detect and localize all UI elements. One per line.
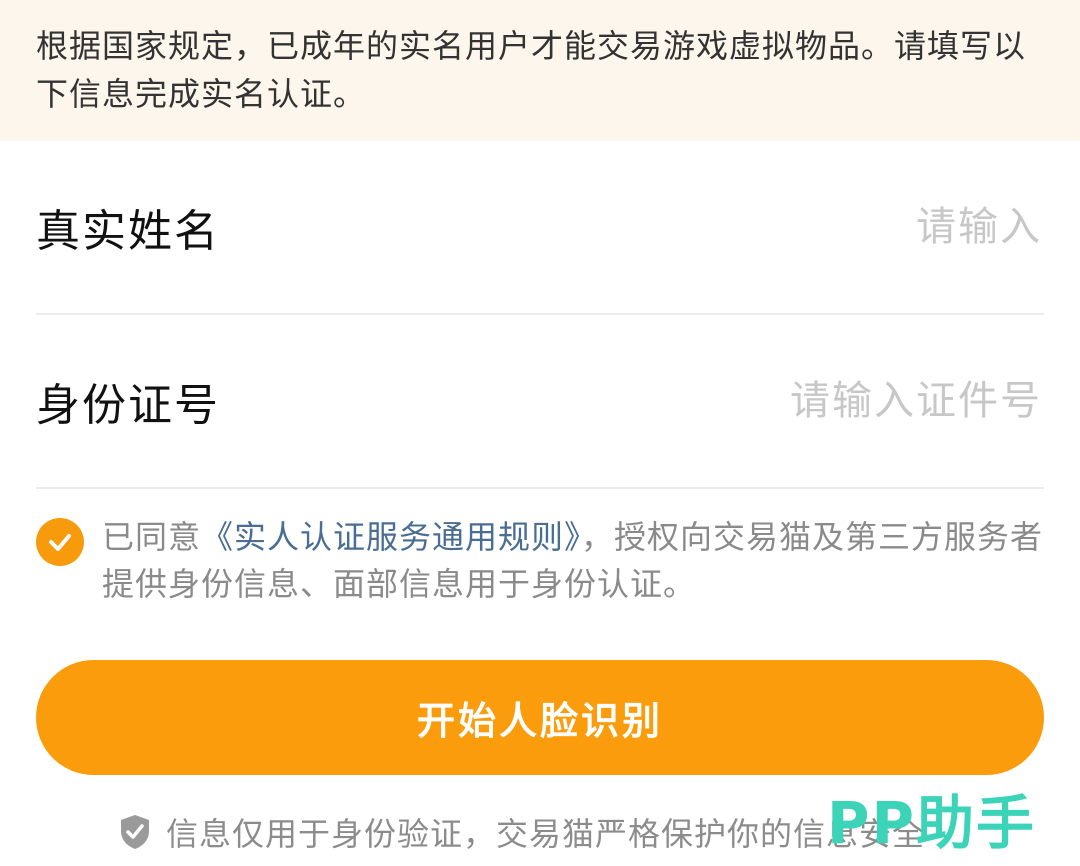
real-name-row: 真实姓名	[36, 141, 1044, 315]
start-face-recognition-button[interactable]: 开始人脸识别	[36, 660, 1044, 775]
agreement-text: 已同意《实人认证服务通用规则》，授权向交易猫及第三方服务者提供身份信息、面部信息…	[102, 514, 1044, 608]
notice-text: 根据国家规定，已成年的实名用户才能交易游戏虚拟物品。请填写以下信息完成实名认证。	[36, 27, 1027, 113]
id-number-input[interactable]	[480, 377, 1044, 425]
pp-assistant-watermark: PP助手	[827, 776, 1036, 860]
agreement-section: 已同意《实人认证服务通用规则》，授权向交易猫及第三方服务者提供身份信息、面部信息…	[36, 514, 1044, 608]
agreement-checkbox[interactable]	[36, 518, 84, 566]
real-name-label: 真实姓名	[36, 206, 220, 257]
watermark-text: PP助手	[826, 789, 1036, 857]
id-number-row: 身份证号	[36, 315, 1044, 489]
shield-check-icon	[118, 813, 152, 851]
security-note: 信息仅用于身份验证，交易猫严格保护你的信息安全	[118, 810, 925, 854]
agreement-prefix: 已同意	[102, 518, 202, 556]
security-note-text: 信息仅用于身份验证，交易猫严格保护你的信息安全	[166, 815, 926, 853]
service-rules-link[interactable]: 《实人认证服务通用规则》	[201, 518, 581, 556]
checkmark-icon	[49, 534, 71, 551]
real-name-input[interactable]	[480, 203, 1044, 251]
realname-notice-banner: 根据国家规定，已成年的实名用户才能交易游戏虚拟物品。请填写以下信息完成实名认证。	[0, 0, 1080, 141]
id-number-label: 身份证号	[36, 380, 220, 431]
